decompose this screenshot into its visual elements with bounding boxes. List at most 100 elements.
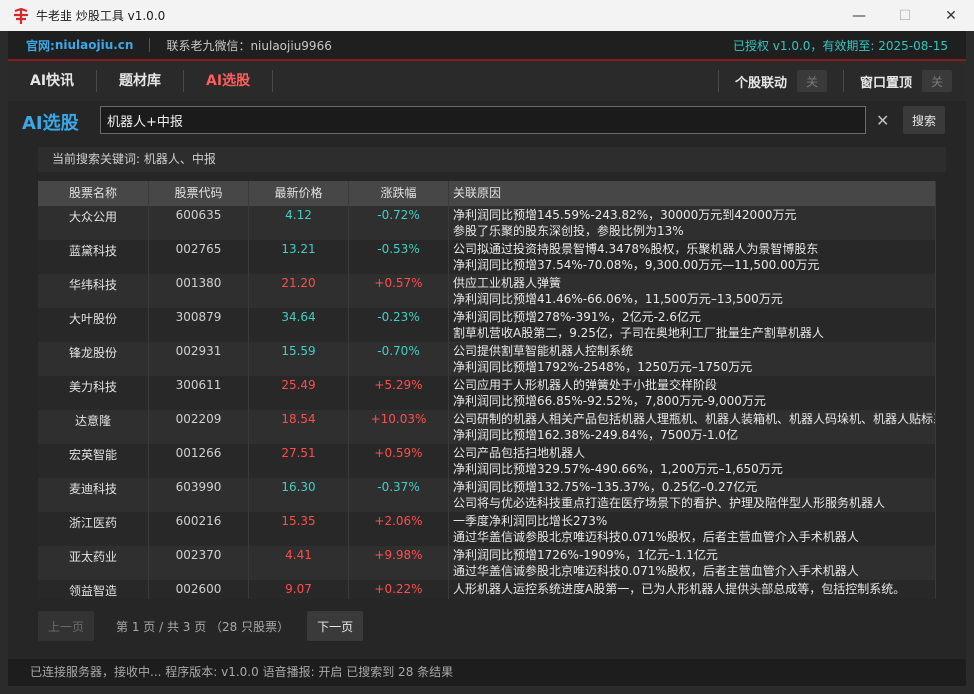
stock-price: 9.07	[249, 580, 349, 599]
stock-price: 15.59	[249, 342, 349, 376]
stock-reason: 供应工业机器人弹簧 净利润同比预增41.46%-66.06%，11,500万元–1…	[449, 274, 936, 308]
stock-price: 21.20	[249, 274, 349, 308]
search-row: AI选股 ✕ 搜索	[8, 101, 966, 141]
table-row[interactable]: 蓝黛科技 002765 13.21 -0.53% 公司拟通过投资持股景智博4.3478%…	[38, 240, 936, 274]
reason-line: 割草机营收A股第二，9.25亿，子司在奥地利工厂批量生产割草机器人	[453, 326, 824, 340]
reason-line: 净利润同比预增145.59%-243.82%，30000万元到42000万元	[453, 208, 797, 222]
table-row[interactable]: 浙江医药 600216 15.35 +2.06% 一季度净利润同比增长273% 通过华盖信…	[38, 512, 936, 546]
info-bar: 官网: niulaojiu.cn 联系老九微信：niulaojiu9966 已授…	[8, 31, 966, 59]
table-row[interactable]: 麦迪科技 603990 16.30 -0.37% 净利润同比预增132.75%–135.…	[38, 478, 936, 512]
maximize-button[interactable]: ☐	[882, 0, 928, 31]
stock-price: 34.64	[249, 308, 349, 342]
reason-line: 净利润同比预增37.54%-70.08%，9,300.00万元—11,500.0…	[453, 258, 820, 272]
stock-price: 18.54	[249, 410, 349, 444]
column-header-price[interactable]: 最新价格	[249, 181, 349, 206]
search-button[interactable]: 搜索	[903, 106, 945, 134]
stock-linkage-toggle[interactable]: 关	[796, 70, 827, 92]
stock-name: 大众公用	[38, 206, 149, 240]
stock-reason: 公司研制的机器人相关产品包括机器人理瓶机、机器人装箱机、机器人码垛机、机器人贴标…	[449, 410, 936, 444]
table-row[interactable]: 大叶股份 300879 34.64 -0.23% 净利润同比预增278%-391%，2亿…	[38, 308, 936, 342]
stock-reason: 公司应用于人形机器人的弹簧处于小批量交样阶段净利润同比预增66.85%-92.5…	[449, 376, 936, 410]
contact-text: 联系老九微信：niulaojiu9966	[166, 38, 332, 53]
stock-reason: 净利润同比预增132.75%–135.37%，0.25亿–0.27亿元 公司将与优…	[449, 478, 936, 512]
stock-code: 600216	[149, 512, 249, 546]
stock-name: 大叶股份	[38, 308, 149, 342]
reason-line: 净利润同比预增1792%-2548%，1250万元–1750万元	[453, 360, 753, 374]
main-nav: AI快讯 题材库 AI选股 个股联动 关 窗口置顶 关	[8, 61, 966, 101]
stock-price: 27.51	[249, 444, 349, 478]
minimize-button[interactable]: —	[836, 0, 882, 31]
license-status: 已授权 v1.0.0，有效期至: 2025-08-15	[732, 39, 948, 53]
column-header-code[interactable]: 股票代码	[149, 181, 249, 206]
clear-icon[interactable]: ✕	[876, 111, 889, 130]
column-header-change[interactable]: 涨跌幅	[349, 181, 449, 206]
tab-ai-stock-picker[interactable]: AI选股	[184, 61, 272, 101]
reason-line: 净利润同比预增41.46%-66.06%，11,500万元–13,500万元	[453, 292, 783, 306]
stock-price: 4.12	[249, 206, 349, 240]
stock-code: 002209	[149, 410, 249, 444]
current-keywords: 当前搜索关键词: 机器人、中报	[38, 147, 946, 172]
reason-line: 一季度净利润同比增长273%	[453, 514, 608, 528]
app-window: 官网: niulaojiu.cn 联系老九微信：niulaojiu9966 已授…	[8, 31, 966, 686]
pin-window-label: 窗口置顶	[859, 75, 912, 91]
site-link[interactable]: niulaojiu.cn	[55, 38, 134, 52]
status-bar: 已连接服务器，接收中... 程序版本: v1.0.0 语音播报: 开启 已搜索到…	[8, 659, 966, 686]
table-header: 股票名称 股票代码 最新价格 涨跌幅 关联原因	[38, 181, 936, 206]
divider	[149, 38, 151, 52]
table-row[interactable]: 大众公用 600635 4.12 -0.72% 净利润同比预增145.59%-243.8…	[38, 206, 936, 240]
divider	[272, 70, 274, 92]
column-header-name[interactable]: 股票名称	[38, 181, 149, 206]
pin-window-toggle[interactable]: 关	[922, 70, 952, 92]
search-input[interactable]	[100, 106, 866, 134]
table-row[interactable]: 锋龙股份 002931 15.59 -0.70% 公司提供割草智能机器人控制系统 净利润同…	[38, 342, 936, 376]
stock-name: 浙江医药	[38, 512, 149, 546]
reason-line: 通过华盖信诚参股北京唯迈科技0.071%股权，后者主营血管介入手术机器人	[453, 564, 859, 578]
section-title: AI选股	[22, 113, 79, 134]
stock-code: 300879	[149, 308, 249, 342]
reason-line: 净利润同比预增278%-391%，2亿元-2.6亿元	[453, 310, 701, 324]
stock-price: 13.21	[249, 240, 349, 274]
stock-price: 15.35	[249, 512, 349, 546]
table-row[interactable]: 亚太药业 002370 4.41 +9.98% 净利润同比预增1726%-1909%，1…	[38, 546, 936, 580]
reason-line: 通过华盖信诚参股北京唯迈科技0.071%股权，后者主营血管介入手术机器人	[453, 530, 859, 544]
reason-line: 人形机器人运控系统进度A股第一，已为人形机器人提供头部总成等，包括控制系统。	[453, 582, 906, 596]
stock-price: 4.41	[249, 546, 349, 580]
reason-line: 公司应用于人形机器人的弹簧处于小批量交样阶段	[453, 378, 718, 392]
stock-change: +0.57%	[349, 274, 449, 308]
reason-line: 净利润同比预增132.75%–135.37%，0.25亿–0.27亿元	[453, 480, 758, 494]
page-info: 第 1 页 / 共 3 页 （28 只股票）	[116, 619, 290, 634]
reason-line: 净利润同比预增162.38%-249.84%，7500万-1.0亿	[453, 428, 739, 442]
stock-reason: 公司拟通过投资持股景智博4.3478%股权，乐聚机器人为景智博股东 净利润同比预增…	[449, 240, 936, 274]
stock-name: 美力科技	[38, 376, 149, 410]
stock-reason: 一季度净利润同比增长273% 通过华盖信诚参股北京唯迈科技0.071%股权，后者主…	[449, 512, 936, 546]
reason-line: 净利润同比预增1726%-1909%，1亿元–1.1亿元	[453, 548, 718, 562]
table-row[interactable]: 领益智造 002600 9.07 +0.22% 人形机器人运控系统进度A股第一，已为人形…	[38, 580, 936, 599]
stock-change: -0.53%	[349, 240, 449, 274]
stock-code: 002931	[149, 342, 249, 376]
tab-ai-news[interactable]: AI快讯	[8, 61, 96, 101]
stock-name: 锋龙股份	[38, 342, 149, 376]
column-header-reason[interactable]: 关联原因	[449, 181, 936, 206]
site-label: 官网:	[26, 38, 55, 53]
reason-line: 参股了乐聚的股东深创投，参股比例为13%	[453, 224, 684, 238]
table-row[interactable]: 达意隆 002209 18.54 +10.03% 公司研制的机器人相关产品包括机器人理瓶…	[38, 410, 936, 444]
stock-code: 603990	[149, 478, 249, 512]
stock-change: +0.59%	[349, 444, 449, 478]
table-row[interactable]: 宏英智能 001266 27.51 +0.59% 公司产品包括扫地机器人 净利润同比预增3…	[38, 444, 936, 478]
close-button[interactable]: ✕	[928, 0, 974, 31]
window-titlebar: 牛老韭 炒股工具 v1.0.0 — ☐ ✕	[0, 0, 974, 31]
reason-line: 公司提供割草智能机器人控制系统	[453, 344, 634, 358]
stock-code: 300611	[149, 376, 249, 410]
tab-theme-library[interactable]: 题材库	[97, 61, 183, 101]
reason-line: 公司拟通过投资持股景智博4.3478%股权，乐聚机器人为景智博股东	[453, 242, 819, 256]
stock-reason: 公司产品包括扫地机器人 净利润同比预增329.57%-490.66%，1,200万…	[449, 444, 936, 478]
stock-change: +10.03%	[349, 410, 449, 444]
table-row[interactable]: 华纬科技 001380 21.20 +0.57% 供应工业机器人弹簧 净利润同比预增41.…	[38, 274, 936, 308]
stock-change: -0.37%	[349, 478, 449, 512]
table-row[interactable]: 美力科技 300611 25.49 +5.29% 公司应用于人形机器人的弹簧处于小批量交…	[38, 376, 936, 410]
next-page-button[interactable]: 下一页	[307, 611, 364, 641]
stock-reason: 净利润同比预增1726%-1909%，1亿元–1.1亿元通过华盖信诚参股北京唯迈…	[449, 546, 936, 580]
prev-page-button[interactable]: 上一页	[38, 611, 95, 641]
divider	[717, 70, 719, 92]
reason-line: 净利润同比预增66.85%-92.52%，7,800万元-9,000万元	[453, 394, 766, 408]
